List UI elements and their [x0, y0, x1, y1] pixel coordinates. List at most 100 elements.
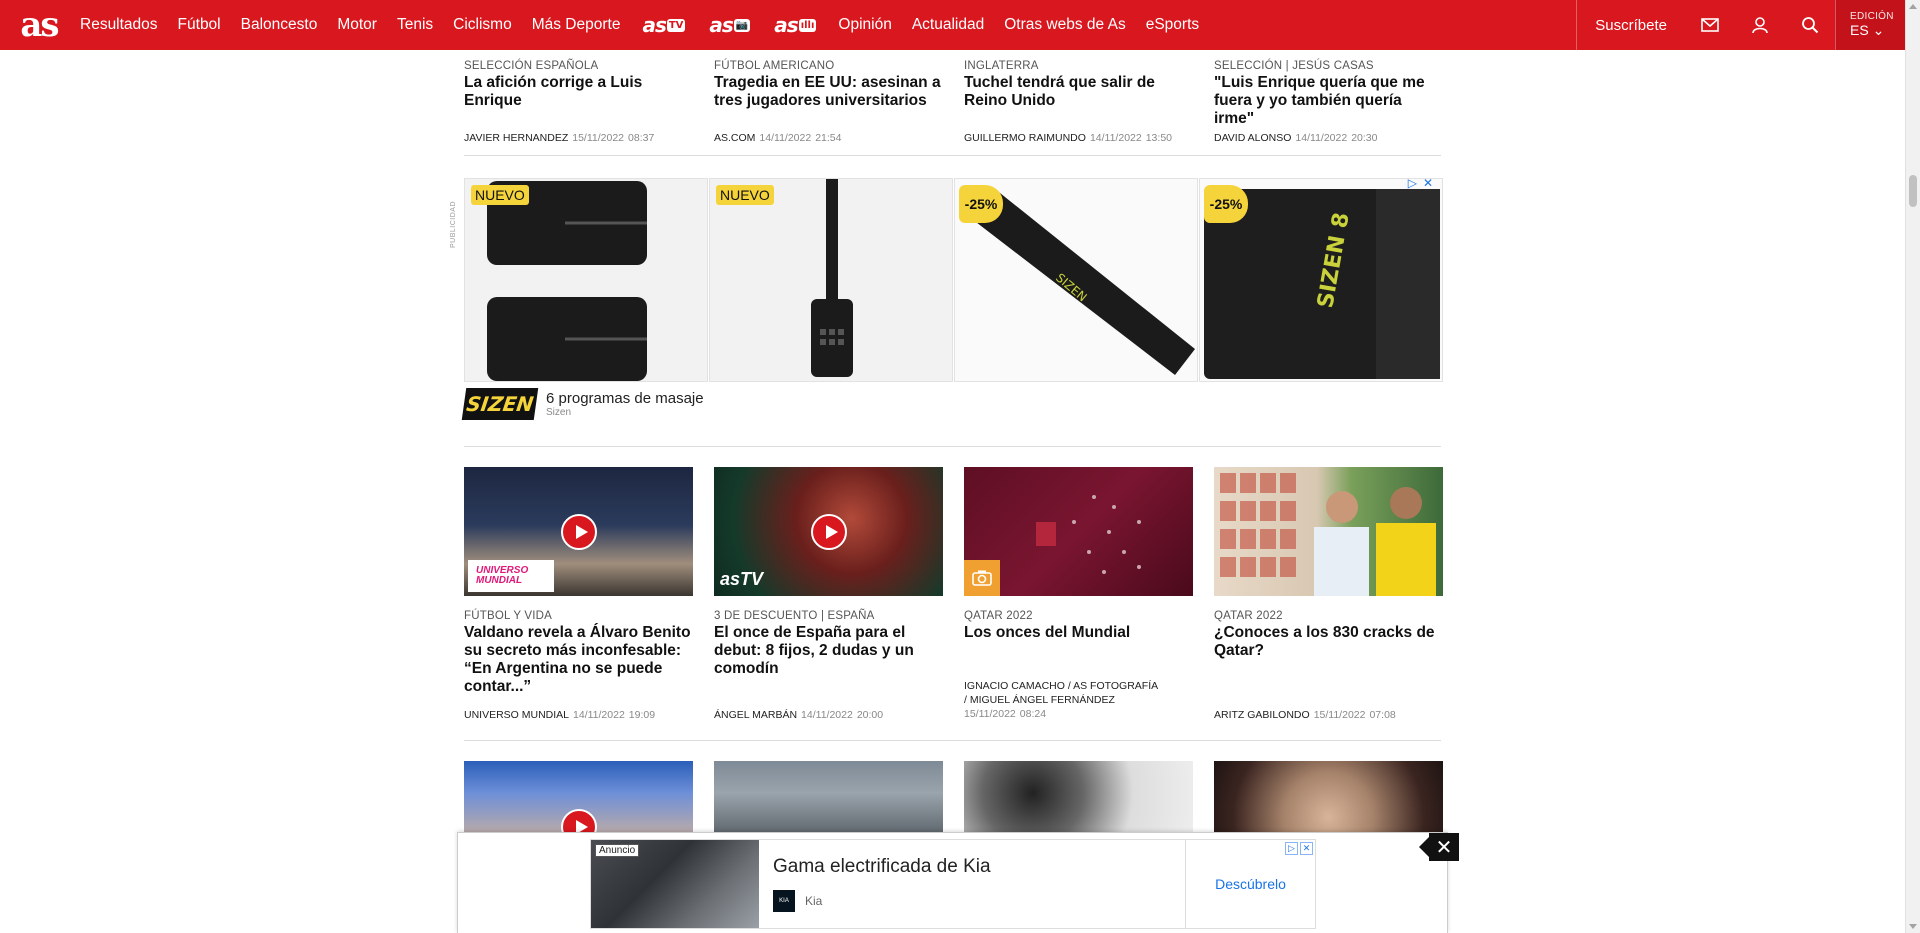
- article-thumbnail[interactable]: [1214, 467, 1443, 596]
- article-author[interactable]: IGNACIO CAMACHO: [964, 680, 1065, 692]
- article-title[interactable]: Valdano revela a Álvaro Benito su secret…: [464, 624, 693, 696]
- separator: /: [964, 694, 967, 706]
- article-byline: IGNACIO CAMACHO / AS FOTOGRAFÍA / MIGUEL…: [964, 679, 1158, 721]
- section-divider: [464, 446, 1441, 447]
- article-kicker[interactable]: INGLATERRA: [964, 60, 1193, 72]
- subscribe-button[interactable]: Suscríbete: [1576, 0, 1685, 50]
- article-kicker[interactable]: FÚTBOL Y VIDA: [464, 610, 693, 622]
- nav-opinion[interactable]: Opinión: [828, 16, 901, 34]
- nav-as-podcast[interactable]: as ıllı: [762, 13, 828, 37]
- article-byline: DAVID ALONSO 14/11/2022 20:30: [1214, 132, 1377, 144]
- article-kicker[interactable]: QATAR 2022: [964, 610, 1193, 622]
- article-thumbnail[interactable]: [714, 761, 943, 841]
- ad-close-icon[interactable]: ✕: [1423, 176, 1433, 190]
- article-author[interactable]: GUILLERMO RAIMUNDO: [964, 132, 1086, 144]
- article-card[interactable]: SELECCIÓN ESPAÑOLA La afición corrige a …: [464, 60, 693, 144]
- article-author[interactable]: ÁNGEL MARBÁN: [714, 709, 797, 721]
- article-title[interactable]: Los onces del Mundial: [964, 624, 1193, 642]
- article-thumbnail[interactable]: [964, 761, 1193, 841]
- ad-close-icon[interactable]: ✕: [1300, 842, 1313, 855]
- ad-product-image[interactable]: NUEVO: [709, 178, 953, 382]
- ad-product-image[interactable]: SIZEN -25%: [954, 178, 1198, 382]
- nav-otras-webs[interactable]: Otras webs de As: [994, 16, 1135, 34]
- article-date: 14/11/2022: [1089, 132, 1142, 144]
- nav-motor[interactable]: Motor: [327, 16, 387, 34]
- user-icon[interactable]: [1735, 0, 1785, 50]
- article-thumbnail[interactable]: [964, 467, 1193, 596]
- article-author[interactable]: AS.COM: [714, 132, 755, 144]
- article-card[interactable]: [1214, 761, 1443, 841]
- ad-product-image[interactable]: NUEVO: [464, 178, 708, 382]
- ad-info-icon[interactable]: ▷: [1285, 842, 1298, 855]
- nav-ciclismo[interactable]: Ciclismo: [443, 16, 522, 34]
- ad-title[interactable]: 6 programas de masaje: [546, 390, 704, 407]
- ad-footer[interactable]: SIZEN 6 programas de masaje Sizen: [461, 388, 704, 420]
- article-card[interactable]: INGLATERRA Tuchel tendrá que salir de Re…: [964, 60, 1193, 144]
- ad-info-icon[interactable]: ▷: [1408, 176, 1417, 190]
- article-title[interactable]: ¿Conoces a los 830 cracks de Qatar?: [1214, 624, 1443, 660]
- article-author[interactable]: AS FOTOGRAFÍA: [1073, 680, 1158, 692]
- nav-as-photo[interactable]: as 📷: [697, 13, 762, 37]
- article-thumbnail[interactable]: [464, 761, 693, 841]
- scroll-down-arrow-icon[interactable]: [1909, 924, 1917, 929]
- article-card[interactable]: [714, 761, 943, 841]
- top-navigation-bar: as Resultados Fútbol Baloncesto Motor Te…: [0, 0, 1905, 50]
- article-card[interactable]: UNIVERSO MUNDIAL FÚTBOL Y VIDA Valdano r…: [464, 467, 693, 727]
- article-card[interactable]: [964, 761, 1193, 841]
- sponsored-ad[interactable]: PUBLICIDAD NUEVO NUEVO SIZEN -25% SIZEN …: [450, 176, 1443, 421]
- edition-selector[interactable]: EDICIÓN ES ⌄: [1835, 0, 1905, 50]
- nav-resultados[interactable]: Resultados: [70, 16, 168, 34]
- article-card[interactable]: QATAR 2022 ¿Conoces a los 830 cracks de …: [1214, 467, 1443, 727]
- sticky-bottom-ad: Anuncio Gama electrificada de Kia KIA Ki…: [457, 832, 1459, 933]
- nav-esports[interactable]: eSports: [1136, 16, 1209, 34]
- article-thumbnail[interactable]: UNIVERSO MUNDIAL: [464, 467, 693, 596]
- more-articles-row: [464, 761, 1443, 841]
- article-title[interactable]: Tragedia en EE UU: asesinan a tres jugad…: [714, 74, 943, 110]
- ad-brand: Kia: [805, 894, 823, 908]
- article-author[interactable]: JAVIER HERNANDEZ: [464, 132, 568, 144]
- article-author[interactable]: ARITZ GABILONDO: [1214, 709, 1310, 721]
- article-title[interactable]: La afición corrige a Luis Enrique: [464, 74, 693, 110]
- article-byline: ÁNGEL MARBÁN 14/11/2022 20:00: [714, 709, 883, 721]
- kia-ad[interactable]: Anuncio Gama electrificada de Kia KIA Ki…: [590, 839, 1316, 929]
- article-author[interactable]: DAVID ALONSO: [1214, 132, 1291, 144]
- play-icon[interactable]: [810, 513, 847, 550]
- article-author[interactable]: UNIVERSO MUNDIAL: [464, 709, 569, 721]
- close-icon[interactable]: ✕: [1419, 833, 1459, 861]
- article-title[interactable]: "Luis Enrique quería que me fuera y yo t…: [1214, 74, 1443, 128]
- play-icon[interactable]: [560, 513, 597, 550]
- scrollbar-thumb[interactable]: [1909, 175, 1917, 207]
- article-kicker[interactable]: SELECCIÓN | JESÚS CASAS: [1214, 60, 1443, 72]
- ad-image[interactable]: Anuncio: [591, 840, 759, 928]
- article-kicker[interactable]: SELECCIÓN ESPAÑOLA: [464, 60, 693, 72]
- article-title[interactable]: El once de España para el debut: 8 fijos…: [714, 624, 943, 678]
- article-author[interactable]: MIGUEL ÁNGEL FERNÁNDEZ: [970, 694, 1115, 706]
- ad-choices[interactable]: ▷ ✕: [1408, 176, 1433, 190]
- ad-title[interactable]: Gama electrificada de Kia: [773, 856, 1171, 878]
- nav-tenis[interactable]: Tenis: [387, 16, 443, 34]
- mail-icon[interactable]: [1685, 0, 1735, 50]
- article-card[interactable]: FÚTBOL AMERICANO Tragedia en EE UU: ases…: [714, 60, 943, 144]
- article-kicker[interactable]: FÚTBOL AMERICANO: [714, 60, 943, 72]
- as-logo[interactable]: as: [8, 0, 70, 50]
- article-card[interactable]: SELECCIÓN | JESÚS CASAS "Luis Enrique qu…: [1214, 60, 1443, 144]
- article-kicker[interactable]: 3 DE DESCUENTO | ESPAÑA: [714, 610, 943, 622]
- article-title[interactable]: Tuchel tendrá que salir de Reino Unido: [964, 74, 1193, 110]
- article-card[interactable]: QATAR 2022 Los onces del Mundial IGNACIO…: [964, 467, 1193, 727]
- nav-mas-deporte[interactable]: Más Deporte: [522, 16, 631, 34]
- nav-as-tv[interactable]: as TV: [630, 13, 697, 37]
- article-card[interactable]: [464, 761, 693, 841]
- ad-product-image[interactable]: SIZEN 8 -25%: [1199, 178, 1443, 382]
- scroll-up-arrow-icon[interactable]: [1909, 4, 1917, 9]
- article-thumbnail[interactable]: asTV: [714, 467, 943, 596]
- ad-choices[interactable]: ▷ ✕: [1285, 842, 1313, 855]
- article-kicker[interactable]: QATAR 2022: [1214, 610, 1443, 622]
- article-card[interactable]: asTV 3 DE DESCUENTO | ESPAÑA El once de …: [714, 467, 943, 727]
- nav-futbol[interactable]: Fútbol: [168, 16, 231, 34]
- camera-icon: [964, 560, 1000, 596]
- search-icon[interactable]: [1785, 0, 1835, 50]
- nav-actualidad[interactable]: Actualidad: [902, 16, 994, 34]
- article-thumbnail[interactable]: [1214, 761, 1443, 841]
- nav-baloncesto[interactable]: Baloncesto: [231, 16, 328, 34]
- page-scrollbar[interactable]: [1905, 0, 1920, 933]
